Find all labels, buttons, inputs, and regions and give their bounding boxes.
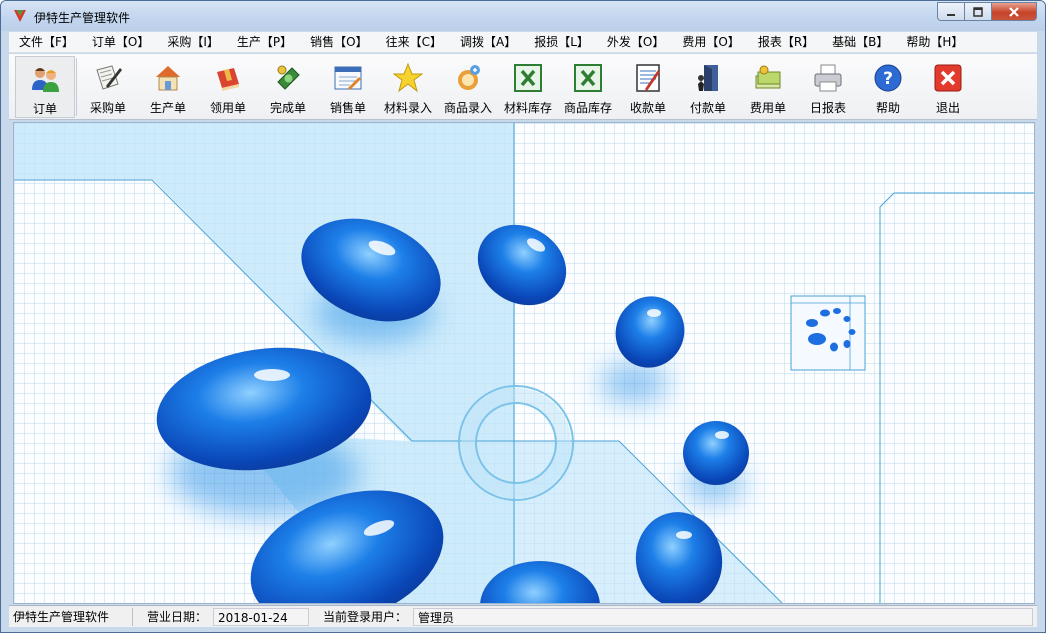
status-user-value: 管理员	[413, 607, 1033, 626]
toolbar-label: 销售单	[329, 101, 366, 115]
minimize-button[interactable]	[937, 2, 964, 21]
notepad-icon	[636, 64, 660, 92]
toolbar-label: 材料库存	[503, 101, 552, 115]
menu-production[interactable]: 生产【P】	[227, 32, 300, 53]
toolbar-label: 采购单	[89, 101, 126, 115]
menu-help[interactable]: 帮助【H】	[896, 32, 971, 53]
book-icon	[217, 68, 239, 91]
cash-icon	[755, 65, 781, 89]
toolbar-completion-button[interactable]: 完成单	[258, 56, 318, 118]
toolbar-help-button[interactable]: ? 帮助	[858, 56, 918, 118]
svg-text:?: ?	[883, 69, 893, 89]
toolbar-goods-entry-button[interactable]: 商品录入	[438, 56, 498, 118]
status-date-value: 2018-01-24	[213, 607, 309, 626]
status-user-label: 当前登录用户：	[323, 609, 408, 624]
toolbar-label: 生产单	[149, 101, 186, 115]
menu-order[interactable]: 订单【O】	[82, 32, 157, 53]
toolbar-label: 商品库存	[563, 101, 612, 115]
money-icon	[277, 65, 300, 90]
toolbar-daily-report-button[interactable]: 日报表	[798, 56, 858, 118]
help-icon: ?	[874, 64, 902, 92]
toolbar-label: 帮助	[875, 101, 900, 115]
toolbar-sales-button[interactable]: 销售单	[318, 56, 378, 118]
menu-accounts[interactable]: 往来【C】	[376, 32, 450, 53]
menu-basic[interactable]: 基础【B】	[822, 32, 896, 53]
toolbar-exit-button[interactable]: 退出	[918, 56, 978, 118]
toolbar-requisition-button[interactable]: 领用单	[198, 56, 258, 118]
status-date-label: 营业日期：	[147, 609, 208, 624]
menu-transfer[interactable]: 调拨【A】	[450, 32, 524, 53]
menu-bar: 文件【F】 订单【O】 采购【I】 生产【P】 销售【O】 往来【C】 调拨【A…	[9, 32, 1037, 53]
toolbar-purchase-button[interactable]: 采购单	[78, 56, 138, 118]
toolbar-label: 订单	[32, 102, 57, 116]
menu-expense[interactable]: 费用【O】	[672, 32, 747, 53]
house-icon	[156, 66, 180, 91]
toolbar-separator	[76, 58, 77, 116]
toolbar-production-button[interactable]: 生产单	[138, 56, 198, 118]
toolbar-label: 完成单	[269, 101, 306, 115]
toolbar-label: 付款单	[689, 101, 726, 115]
menu-purchase[interactable]: 采购【I】	[157, 32, 227, 53]
menu-file[interactable]: 文件【F】	[9, 32, 82, 53]
main-workspace	[13, 122, 1035, 604]
window-controls	[937, 2, 1037, 21]
invoice-icon	[334, 66, 362, 90]
menu-outsource[interactable]: 外发【O】	[597, 32, 672, 53]
toolbar-material-stock-button[interactable]: 材料库存	[498, 56, 558, 118]
goods-icon	[458, 65, 480, 90]
menu-sales[interactable]: 销售【O】	[300, 32, 375, 53]
people-icon	[32, 68, 59, 92]
menu-reports[interactable]: 报表【R】	[748, 32, 822, 53]
app-logo-icon	[14, 10, 26, 22]
status-bar: 伊特生产管理软件 营业日期： 2018-01-24 当前登录用户： 管理员	[9, 605, 1037, 627]
excel-icon	[574, 64, 602, 92]
menu-loss[interactable]: 报损【L】	[524, 32, 597, 53]
status-app-name: 伊特生产管理软件	[9, 607, 133, 626]
toolbar-label: 商品录入	[443, 101, 492, 115]
maximize-button[interactable]	[964, 2, 991, 21]
title-bar[interactable]: 伊特生产管理软件	[1, 1, 1045, 31]
maximize-icon	[973, 6, 983, 17]
printer-icon	[814, 64, 842, 92]
minimize-icon	[947, 13, 955, 16]
scroll-pen-icon	[96, 65, 122, 90]
door-icon	[698, 65, 718, 91]
toolbar-label: 退出	[935, 101, 960, 115]
background-artwork	[14, 123, 1034, 603]
toolbar-material-entry-button[interactable]: 材料录入	[378, 56, 438, 118]
toolbar-expense-button[interactable]: 费用单	[738, 56, 798, 118]
toolbar-label: 材料录入	[383, 101, 432, 115]
toolbar-label: 日报表	[809, 101, 846, 115]
toolbar-label: 领用单	[209, 101, 246, 115]
app-window: 伊特生产管理软件 文件【F】 订单【O】 采购【I】 生产【P】 销售【O】 往…	[0, 0, 1046, 633]
close-icon	[1009, 6, 1019, 17]
toolbar-receipt-button[interactable]: 收款单	[618, 56, 678, 118]
excel-icon	[514, 64, 542, 92]
close-button[interactable]	[991, 2, 1037, 21]
star-icon	[392, 62, 424, 93]
toolbar-order-button[interactable]: 订单	[15, 56, 75, 118]
toolbar-goods-stock-button[interactable]: 商品库存	[558, 56, 618, 118]
exit-icon	[934, 64, 962, 92]
toolbar-payment-button[interactable]: 付款单	[678, 56, 738, 118]
toolbar-label: 费用单	[749, 101, 786, 115]
toolbar: 订单 采购单 生产单 领用单 完成单 销售单 材料录入 商品录入 材料库存 商品…	[9, 54, 1037, 120]
toolbar-label: 收款单	[629, 101, 666, 115]
window-title: 伊特生产管理软件	[34, 11, 131, 25]
